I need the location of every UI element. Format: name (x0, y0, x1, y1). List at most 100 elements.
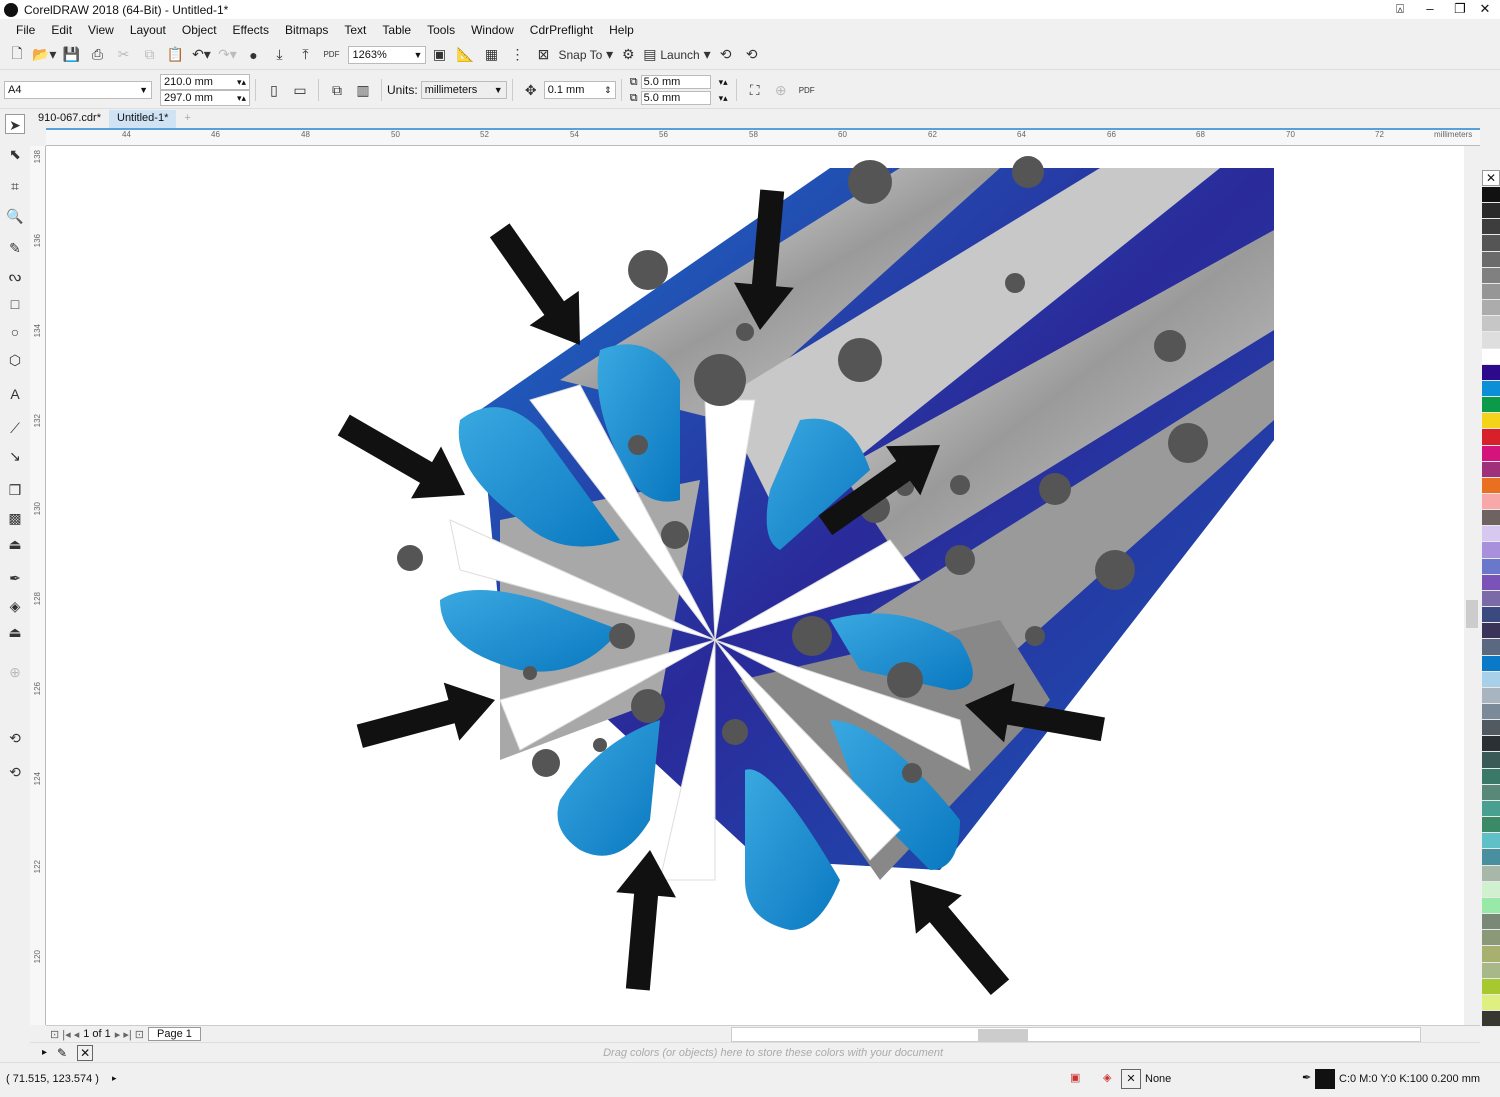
options-gear-icon[interactable]: ⚙ (617, 44, 639, 66)
polygon-tool-icon[interactable]: ⬡ (5, 350, 25, 370)
eyedropper-icon[interactable]: ✒ (5, 568, 25, 588)
corel-connect-icon[interactable]: ● (242, 44, 264, 66)
color-swatch[interactable] (1482, 364, 1500, 381)
color-swatch[interactable] (1482, 865, 1500, 882)
menu-bitmaps[interactable]: Bitmaps (277, 23, 336, 37)
menu-cdrpreflight[interactable]: CdrPreflight (522, 23, 601, 37)
macro-2-icon[interactable]: ⟲ (5, 762, 25, 782)
fill-swatch-none[interactable]: ✕ (1121, 1069, 1141, 1089)
nudge-distance-field[interactable]: 0.1 mm ⇕ (543, 81, 616, 99)
chevron-down-icon[interactable]: ▼ (414, 50, 423, 60)
color-swatch[interactable] (1482, 251, 1500, 268)
color-swatch[interactable] (1482, 994, 1500, 1011)
parallel-dimension-icon[interactable]: ⟋ (5, 418, 25, 438)
color-swatch[interactable] (1482, 332, 1500, 349)
color-swatch[interactable] (1482, 493, 1500, 511)
drawing-canvas[interactable] (46, 146, 1480, 1025)
macro-2-icon[interactable]: ⟲ (741, 44, 763, 66)
grid-icon[interactable]: ▦ (480, 44, 502, 66)
undo-icon[interactable]: ↶▾ (190, 44, 212, 66)
color-swatch[interactable] (1482, 283, 1500, 301)
open-icon[interactable]: 📂▾ (32, 44, 56, 66)
menu-table[interactable]: Table (374, 23, 419, 37)
page-width-field[interactable]: 210.0 mm ▾▴ (160, 74, 250, 90)
smart-fill-icon[interactable]: ⏏ (5, 622, 25, 642)
tab-910-067[interactable]: 910-067.cdr* (30, 110, 109, 128)
color-swatch[interactable] (1482, 800, 1500, 818)
new-document-icon[interactable]: 🗋 (6, 44, 28, 66)
full-screen-icon[interactable]: ▣ (428, 44, 450, 66)
account-icon[interactable]: ⍓ (1385, 0, 1415, 19)
copy-icon[interactable]: ⧉ (138, 44, 160, 66)
color-swatch[interactable] (1482, 380, 1500, 398)
menu-help[interactable]: Help (601, 23, 642, 37)
text-tool-icon[interactable]: A (5, 384, 25, 404)
artistic-media-icon[interactable]: ᔓ (5, 266, 25, 286)
page-tab-page-1[interactable]: Page 1 (148, 1027, 201, 1041)
landscape-icon[interactable]: ▭ (289, 79, 311, 101)
status-expand-icon[interactable]: ▸ (112, 1073, 117, 1084)
transparency-icon[interactable]: ▩ (5, 508, 25, 528)
color-swatch[interactable] (1482, 946, 1500, 963)
zoom-level-field[interactable]: 1263% ▼ (348, 45, 427, 64)
no-color-swatch[interactable]: ✕ (1482, 170, 1500, 186)
color-swatch[interactable] (1482, 590, 1500, 608)
close-button[interactable]: ✕ (1470, 0, 1500, 19)
color-swatch[interactable] (1482, 477, 1500, 494)
artwork-illustration[interactable] (46, 146, 1480, 1025)
paste-icon[interactable]: 📋 (164, 44, 186, 66)
color-swatch[interactable] (1482, 1010, 1500, 1028)
zoom-tool-icon[interactable]: 🔍 (5, 206, 25, 226)
color-swatch[interactable] (1482, 897, 1500, 915)
color-proofing-icon[interactable]: ▣ (1070, 1071, 1080, 1084)
color-swatch[interactable] (1482, 784, 1500, 801)
menu-tools[interactable]: Tools (419, 23, 463, 37)
color-swatch[interactable] (1482, 704, 1500, 721)
color-swatch[interactable] (1482, 219, 1500, 236)
macro-icon[interactable]: ⟲ (5, 728, 25, 748)
page-nav-first-icon[interactable]: ⊡ |◂ ◂ (50, 1028, 79, 1041)
menu-file[interactable]: File (8, 23, 43, 37)
palette-menu-icon[interactable]: ▸ (42, 1047, 47, 1058)
color-swatch[interactable] (1482, 574, 1500, 591)
color-swatch[interactable] (1482, 542, 1500, 559)
all-pages-icon[interactable]: ⧉ (326, 79, 348, 101)
color-swatch[interactable] (1482, 413, 1500, 430)
color-swatch[interactable] (1482, 655, 1500, 672)
color-swatch[interactable] (1482, 203, 1500, 220)
vertical-scroll-thumb[interactable] (1466, 600, 1478, 628)
color-swatch[interactable] (1482, 397, 1500, 414)
color-swatch[interactable] (1482, 510, 1500, 527)
duplicate-x-field[interactable]: ⧉ 5.0 mm ▾▴ (627, 74, 731, 90)
color-swatch[interactable] (1482, 768, 1500, 785)
page-height-field[interactable]: 297.0 mm ▾▴ (160, 90, 250, 106)
color-swatch[interactable] (1482, 817, 1500, 834)
drop-shadow-icon[interactable]: ❒ (5, 480, 25, 500)
color-swatch[interactable] (1482, 316, 1500, 333)
treat-as-filled-icon[interactable]: ⛶ (744, 79, 766, 101)
color-swatch[interactable] (1482, 962, 1500, 979)
color-swatch[interactable] (1482, 639, 1500, 656)
add-page-icon[interactable]: ⊕ (770, 79, 792, 101)
vertical-scrollbar[interactable] (1464, 146, 1480, 1025)
snap-icon[interactable]: ⊠ (532, 44, 554, 66)
color-swatch[interactable] (1482, 671, 1500, 688)
color-swatch[interactable] (1482, 445, 1500, 462)
import-icon[interactable]: ⤓ (268, 44, 290, 66)
no-color-swatch[interactable]: ✕ (77, 1044, 94, 1061)
color-swatch[interactable] (1482, 607, 1500, 624)
color-swatch[interactable] (1482, 267, 1500, 284)
guidelines-icon[interactable]: ⋮ (506, 44, 528, 66)
color-swatch[interactable] (1482, 752, 1500, 769)
publish-pdf-icon[interactable]: PDF (320, 44, 342, 66)
duplicate-y-field[interactable]: ⧉ 5.0 mm ▾▴ (627, 90, 731, 106)
color-swatch[interactable] (1482, 526, 1500, 543)
current-page-icon[interactable]: ▥ (352, 79, 374, 101)
ellipse-tool-icon[interactable]: ○ (5, 322, 25, 342)
menu-layout[interactable]: Layout (122, 23, 174, 37)
outline-swatch[interactable] (1315, 1069, 1335, 1089)
print-icon[interactable]: ⎙ (86, 44, 108, 66)
nudge-icon[interactable]: ✥ (520, 79, 542, 101)
menu-effects[interactable]: Effects (225, 23, 277, 37)
rectangle-tool-icon[interactable]: □ (5, 294, 25, 314)
